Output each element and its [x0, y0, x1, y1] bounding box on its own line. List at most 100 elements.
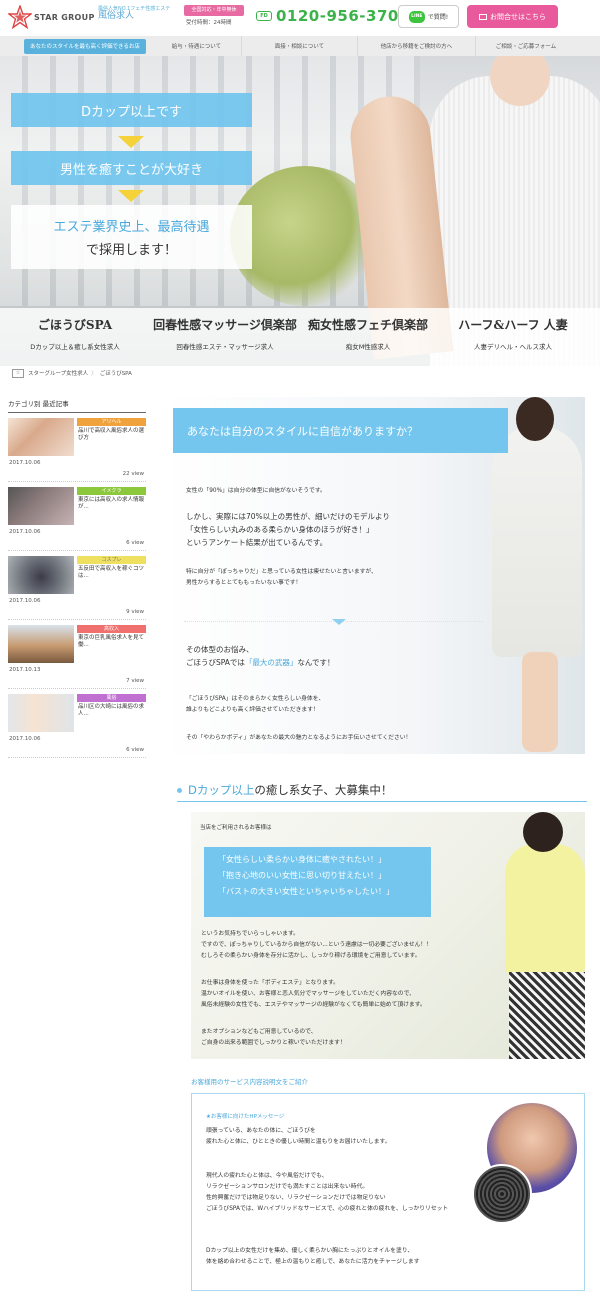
sidebar-title: カテゴリ別 最近記事	[8, 398, 146, 413]
hero-headline-3-line1: エステ業界史上、最高待遇	[53, 220, 210, 235]
brand-bar: ごほうびSPA Dカップ以上＆癒し系女性求人 回春性感マッサージ倶楽部 回春性感…	[0, 308, 600, 366]
article-title[interactable]: 東京の巨乳風俗求人を見て働...	[78, 635, 146, 649]
line-icon: LINE	[408, 10, 425, 23]
home-icon[interactable]: ☆	[12, 368, 24, 378]
hours-text: 受付時間：24時間	[186, 20, 232, 26]
article-date: 2017.10.06	[9, 598, 41, 604]
article-tag: 風俗	[77, 694, 146, 702]
article-date: 2017.10.06	[9, 529, 41, 535]
customer-wishes-box: 「女性らしい柔らかい身体に癒やされたい！」 「抱き心地のいい女性に思い切り甘えた…	[204, 847, 431, 917]
paragraph: 「ごほうびSPA」はそのまらかく女性らしい身体を、 誰よりもどこよりも高く評価さ…	[186, 696, 325, 713]
list-item[interactable]: 風俗 品川区の大崎には風俗の求人... 2017.10.06 6 view	[8, 689, 146, 758]
brand-name: ハーフ&ハーフ 人妻	[458, 318, 568, 332]
breadcrumb-separator: 〉	[91, 371, 97, 377]
service-message-section: ★お客様に向けたHPメッセージ 頑張っている、あなたの体に、ごほうびを 疲れた心…	[191, 1093, 585, 1291]
article-views: 6 view	[126, 540, 144, 546]
article-title[interactable]: 五反田で高収入を稼ぐコツは...	[78, 566, 146, 580]
nav-item-transfer[interactable]: 他店から移籍をご検討の方へ	[358, 36, 476, 56]
paragraph-highlight: しかし、実際には70%以上の男性が、細いだけのモデルより 「女性らしい丸みのある…	[186, 512, 390, 547]
contact-button[interactable]: お問合せはこちら	[467, 5, 558, 28]
article-thumbnail[interactable]	[8, 694, 74, 732]
nav-item-form[interactable]: ご相談・ご応募フォーム	[476, 36, 576, 56]
article-title[interactable]: 品川区の大崎には風俗の求人...	[78, 704, 146, 718]
hero-headline-3: エステ業界史上、最高待遇 で採用します！	[11, 205, 252, 269]
article-thumbnail[interactable]	[8, 418, 74, 456]
list-item[interactable]: イメクラ 東京には高収入の求人情報が... 2017.10.06 6 view	[8, 482, 146, 551]
service-heading: お客様用のサービス内容説明文をご紹介	[191, 1078, 308, 1086]
sidebar: カテゴリ別 最近記事 アリヘル 品川で高収入風俗求人の選び方 2017.10.0…	[8, 398, 146, 758]
brand-kaishun[interactable]: 回春性感マッサージ倶楽部 回春性感エステ・マッサージ求人	[150, 316, 300, 351]
brand-name: 回春性感マッサージ倶楽部	[153, 318, 297, 332]
article-tag: アリヘル	[77, 418, 146, 426]
mail-icon	[479, 13, 487, 20]
arrow-down-icon	[118, 190, 144, 202]
list-item[interactable]: アリヘル 品川で高収入風俗求人の選び方 2017.10.06 22 view	[8, 413, 146, 482]
brand-desc: 痴女M性感求人	[345, 343, 391, 351]
paragraph-emphasis: その体型のお悩み、 ごほうびSPAでは「最大の武器」なんです！	[186, 645, 335, 667]
article-thumbnail[interactable]	[8, 487, 74, 525]
article-tag: 高収入	[77, 625, 146, 633]
breadcrumb-item[interactable]: スターグループ女性求人	[28, 369, 88, 377]
arrow-down-icon	[118, 136, 144, 148]
site-header: STAR GROUP 風俗人気NO.1フェチ性感エステ 風俗求人 全国対応・年中…	[0, 0, 600, 36]
article-thumbnail[interactable]	[8, 556, 74, 594]
recruit-section: 当店をご利用されるお客様は 「女性らしい柔らかい身体に癒やされたい！」 「抱き心…	[191, 812, 585, 1059]
model-photo	[501, 812, 585, 1059]
brand-desc: 回春性感エステ・マッサージ求人	[176, 343, 274, 351]
article-thumbnail[interactable]	[8, 625, 74, 663]
paragraph: その「やわらかボディ」があなたの最大の魅力となるようにお手伝いさせてください！	[186, 735, 412, 741]
breadcrumb-item-current: ごほうびSPA	[99, 371, 132, 377]
heading-underline	[177, 801, 587, 802]
hours-badge: 全国対応・年中無休	[184, 5, 244, 16]
article-title[interactable]: 品川で高収入風俗求人の選び方	[78, 428, 146, 442]
article-date: 2017.10.06	[9, 460, 41, 466]
brand-gohoubi-spa[interactable]: ごほうびSPA Dカップ以上＆癒し系女性求人	[0, 316, 150, 351]
phone-number-link[interactable]: FD 0120-956-370	[256, 6, 399, 26]
line-question-button[interactable]: LINE で質問!	[398, 5, 459, 28]
phone-number: 0120-956-370	[276, 7, 399, 25]
line-button-label: で質問!	[427, 14, 449, 21]
hero-headline-2: 男性を癒すことが大好き	[11, 151, 252, 185]
paragraph: 頑張っている、あなたの体に、ごほうびを 疲れた心と体に、ひとときの優しい時間と温…	[206, 1128, 391, 1145]
article-date: 2017.10.06	[9, 736, 41, 742]
paragraph: Dカップ以上の女性だけを集め、優しく柔らかい胸にたっぷりとオイルを塗り、 体を絡…	[206, 1248, 420, 1265]
hero-headline-3-line2: で採用します！	[85, 243, 177, 258]
tagline-big: 風俗求人	[98, 11, 135, 21]
breadcrumb: ☆ スターグループ女性求人 〉 ごほうびSPA	[0, 366, 600, 380]
nav-item-salary[interactable]: 給与・待遇について	[152, 36, 242, 56]
paragraph: 特に自分が「ぽっちゃりだ」と思っている女性は痩せたいと言いますが、 男性からする…	[186, 569, 377, 586]
nav-item-style[interactable]: あなたのスタイルを最も高く評価できるお店	[24, 38, 146, 54]
article-title[interactable]: 東京には高収入の求人情報が...	[78, 497, 146, 511]
article-tag: イメクラ	[77, 487, 146, 495]
article-views: 22 view	[122, 471, 144, 477]
brand-name: 痴女性感フェチ倶楽部	[307, 318, 428, 332]
hero-headline-1: Dカップ以上です	[11, 93, 252, 127]
brand-desc: 人妻デリヘル・ヘルス求人	[474, 343, 552, 351]
section-title: あなたは自分のスタイルに自信がありますか？	[173, 408, 508, 453]
contact-button-label: お問合せはこちら	[490, 12, 546, 21]
paragraph: お仕事は身体を使った「ボディエステ」となります。 温かいオイルを使い、お客様と恋…	[201, 980, 426, 1008]
nav-item-interview[interactable]: 面接・相談について	[242, 36, 358, 56]
star-logo-icon	[8, 5, 32, 29]
arrow-down-icon	[332, 619, 346, 625]
article-tag: コスプレ	[77, 556, 146, 564]
list-item[interactable]: 高収入 東京の巨乳風俗求人を見て働... 2017.10.13 7 view	[8, 620, 146, 689]
paragraph: またオプションなどもご用意しているので、 ご自身の出来る範囲でしっかりと稼いでい…	[201, 1029, 346, 1046]
article-views: 7 view	[126, 678, 144, 684]
paragraph: 現代人の疲れた心と体は、今や風俗だけでも、 リラクゼーションサロンだけでも満たす…	[206, 1173, 449, 1212]
paragraph: というお気持ちでいらっしゃいます。 ですので、ぽっちゃりしているから自信がない.…	[201, 931, 433, 959]
article-date: 2017.10.13	[9, 667, 41, 673]
style-confidence-section: あなたは自分のスタイルに自信がありますか？ 女性の「90%」は自分の体型に自信が…	[164, 397, 585, 754]
main-nav: あなたのスタイルを最も高く評価できるお店 給与・待遇について 面接・相談について…	[0, 36, 600, 56]
recruit-heading: Dカップ以上の癒し系女子、大募集中！	[177, 782, 587, 798]
list-item[interactable]: コスプレ 五反田で高収入を稼ぐコツは... 2017.10.06 9 view	[8, 551, 146, 620]
brand-desc: Dカップ以上＆癒し系女性求人	[30, 343, 120, 351]
site-logo[interactable]: STAR GROUP	[8, 5, 94, 29]
logo-text: STAR GROUP	[34, 13, 95, 22]
paragraph: 女性の「90%」は自分の体型に自信がないそうです。	[186, 488, 326, 494]
brand-chijo[interactable]: 痴女性感フェチ倶楽部 痴女M性感求人	[293, 316, 443, 351]
article-views: 6 view	[126, 747, 144, 753]
free-dial-icon: FD	[256, 11, 272, 21]
brand-hitozuma[interactable]: ハーフ&ハーフ 人妻 人妻デリヘル・ヘルス求人	[438, 316, 588, 351]
section-subtitle: ★お客様に向けたHPメッセージ	[206, 1114, 285, 1120]
